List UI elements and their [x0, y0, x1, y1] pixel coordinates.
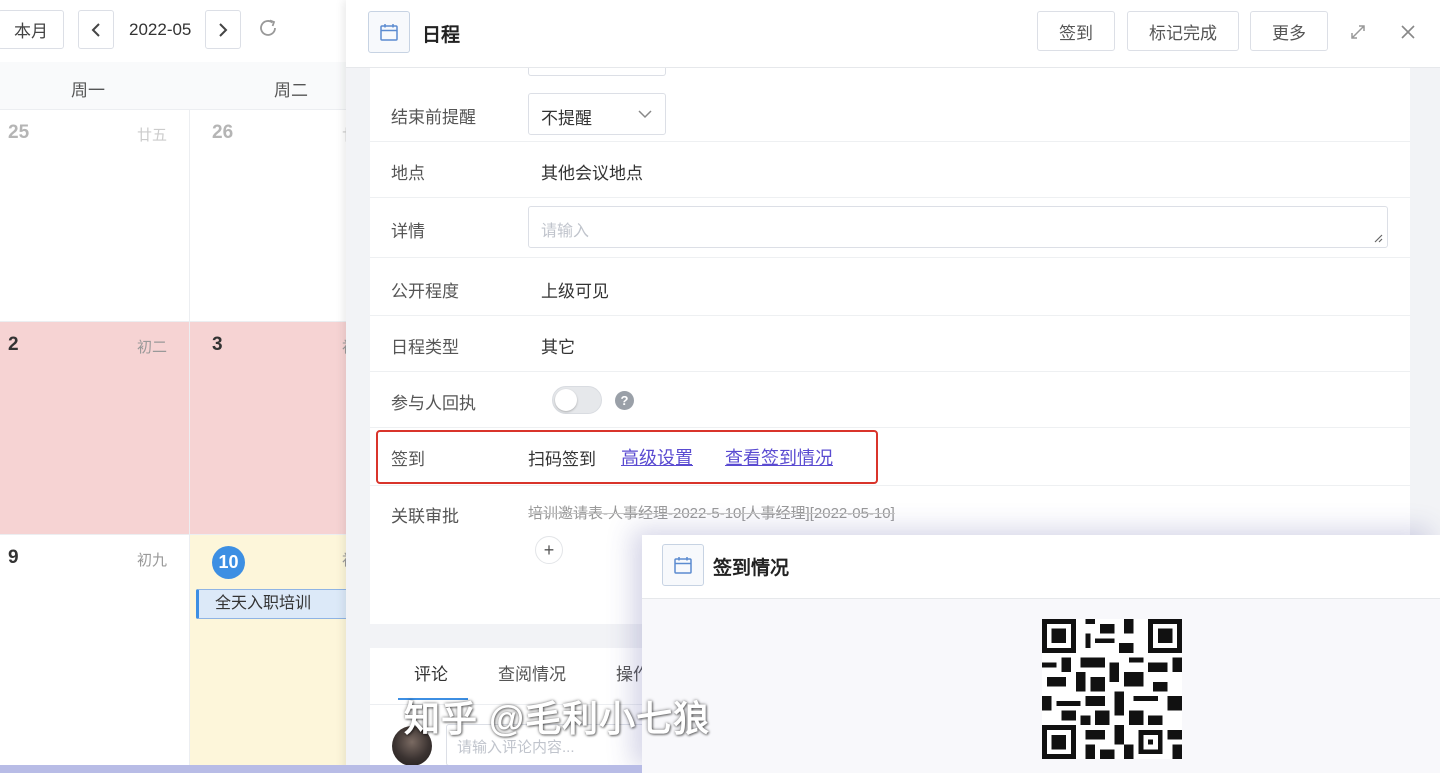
calendar-event[interactable]: 全天入职培训 [196, 589, 346, 619]
toggle-knob [555, 389, 577, 411]
help-icon[interactable]: ? [615, 391, 634, 410]
row-rsvp: 参与人回执 [370, 372, 1410, 428]
approval-label: 关联审批 [391, 507, 459, 526]
watermark-text: 知乎 @毛利小七狼 [404, 698, 711, 739]
weekday-mon: 周一 [71, 81, 105, 100]
popup-title: 签到情况 [713, 558, 790, 579]
end-reminder-select[interactable]: 不提醒 [528, 93, 666, 135]
lunar-date: 初九 [136, 552, 167, 569]
end-reminder-value: 不提醒 [541, 109, 592, 128]
signin-highlight-box [376, 430, 878, 484]
bottom-strip [0, 765, 642, 773]
day-number: 2 [8, 334, 19, 355]
popup-body [642, 599, 1440, 773]
type-value: 其它 [541, 338, 575, 357]
type-label: 日程类型 [391, 338, 459, 357]
visibility-value: 上级可见 [541, 282, 609, 301]
signin-status-popup: 签到情况 [642, 535, 1440, 773]
more-button[interactable]: 更多 [1250, 11, 1328, 51]
visibility-label: 公开程度 [391, 282, 459, 301]
this-month-button[interactable]: 本月 [0, 10, 64, 49]
lunar-date: 初二 [136, 339, 167, 356]
rsvp-toggle[interactable] [552, 386, 602, 414]
approval-link[interactable]: 培训邀请表-人事经理-2022-5-10[人事经理][2022-05-10] [528, 502, 895, 523]
qr-code-icon [1042, 619, 1182, 759]
current-month-label: 2022-05 [129, 20, 192, 39]
row-visibility: 公开程度 上级可见 [370, 258, 1410, 316]
close-icon[interactable] [1396, 20, 1420, 44]
location-label: 地点 [391, 164, 425, 183]
weekday-header: 周一 周二 [0, 62, 346, 110]
day-cell-25[interactable]: 25 廿五 [0, 110, 190, 322]
calendar-icon [368, 11, 410, 53]
row-type: 日程类型 其它 [370, 316, 1410, 372]
today-badge: 10 [212, 546, 245, 579]
day-cell-26[interactable]: 26 廿 [190, 110, 346, 322]
signin-button[interactable]: 签到 [1037, 11, 1115, 51]
tab-comments[interactable]: 评论 [414, 660, 448, 685]
mark-done-button[interactable]: 标记完成 [1127, 11, 1239, 51]
rsvp-label: 参与人回执 [391, 394, 476, 413]
day-cell-3[interactable]: 3 初 [190, 322, 346, 535]
refresh-button[interactable] [252, 12, 284, 44]
next-month-button[interactable] [205, 10, 241, 49]
calendar-toolbar: 本月 2022-05 [0, 0, 346, 62]
tab-read-status[interactable]: 查阅情况 [498, 660, 566, 685]
popup-header: 签到情况 [642, 535, 1440, 599]
details-textarea[interactable]: 请输入 [528, 206, 1388, 248]
prev-month-button[interactable] [78, 10, 114, 49]
calendar-icon [662, 544, 704, 586]
calendar-panel: 本月 2022-05 周一 周二 25 廿五 26 廿 2 初二 3 初 9 初… [0, 0, 346, 773]
location-value: 其他会议地点 [541, 164, 643, 183]
row-end-reminder: 结束前提醒 不提醒 [370, 86, 1410, 142]
refresh-icon [260, 19, 276, 36]
row-location: 地点 其他会议地点 [370, 142, 1410, 198]
day-cell-2[interactable]: 2 初二 [0, 322, 190, 535]
chevron-right-icon [219, 22, 228, 37]
day-number: 3 [212, 334, 223, 355]
lunar-date: 廿五 [136, 127, 167, 144]
drawer-header: 日程 签到 标记完成 更多 [346, 0, 1440, 68]
chevron-left-icon [91, 22, 100, 37]
day-number: 9 [8, 547, 19, 568]
drawer-title: 日程 [422, 25, 461, 46]
day-number: 25 [8, 122, 30, 143]
chevron-down-icon [638, 110, 652, 119]
end-reminder-label: 结束前提醒 [391, 108, 476, 127]
day-number: 26 [212, 122, 234, 143]
expand-icon[interactable] [1346, 20, 1370, 44]
weekday-tue: 周二 [274, 81, 308, 100]
details-label: 详情 [391, 222, 425, 241]
select-partial [528, 68, 666, 76]
details-placeholder: 请输入 [541, 223, 590, 240]
resize-grip-icon[interactable] [1373, 233, 1383, 243]
add-approval-button[interactable]: + [535, 536, 563, 564]
day-cell-9[interactable]: 9 初九 [0, 535, 190, 773]
